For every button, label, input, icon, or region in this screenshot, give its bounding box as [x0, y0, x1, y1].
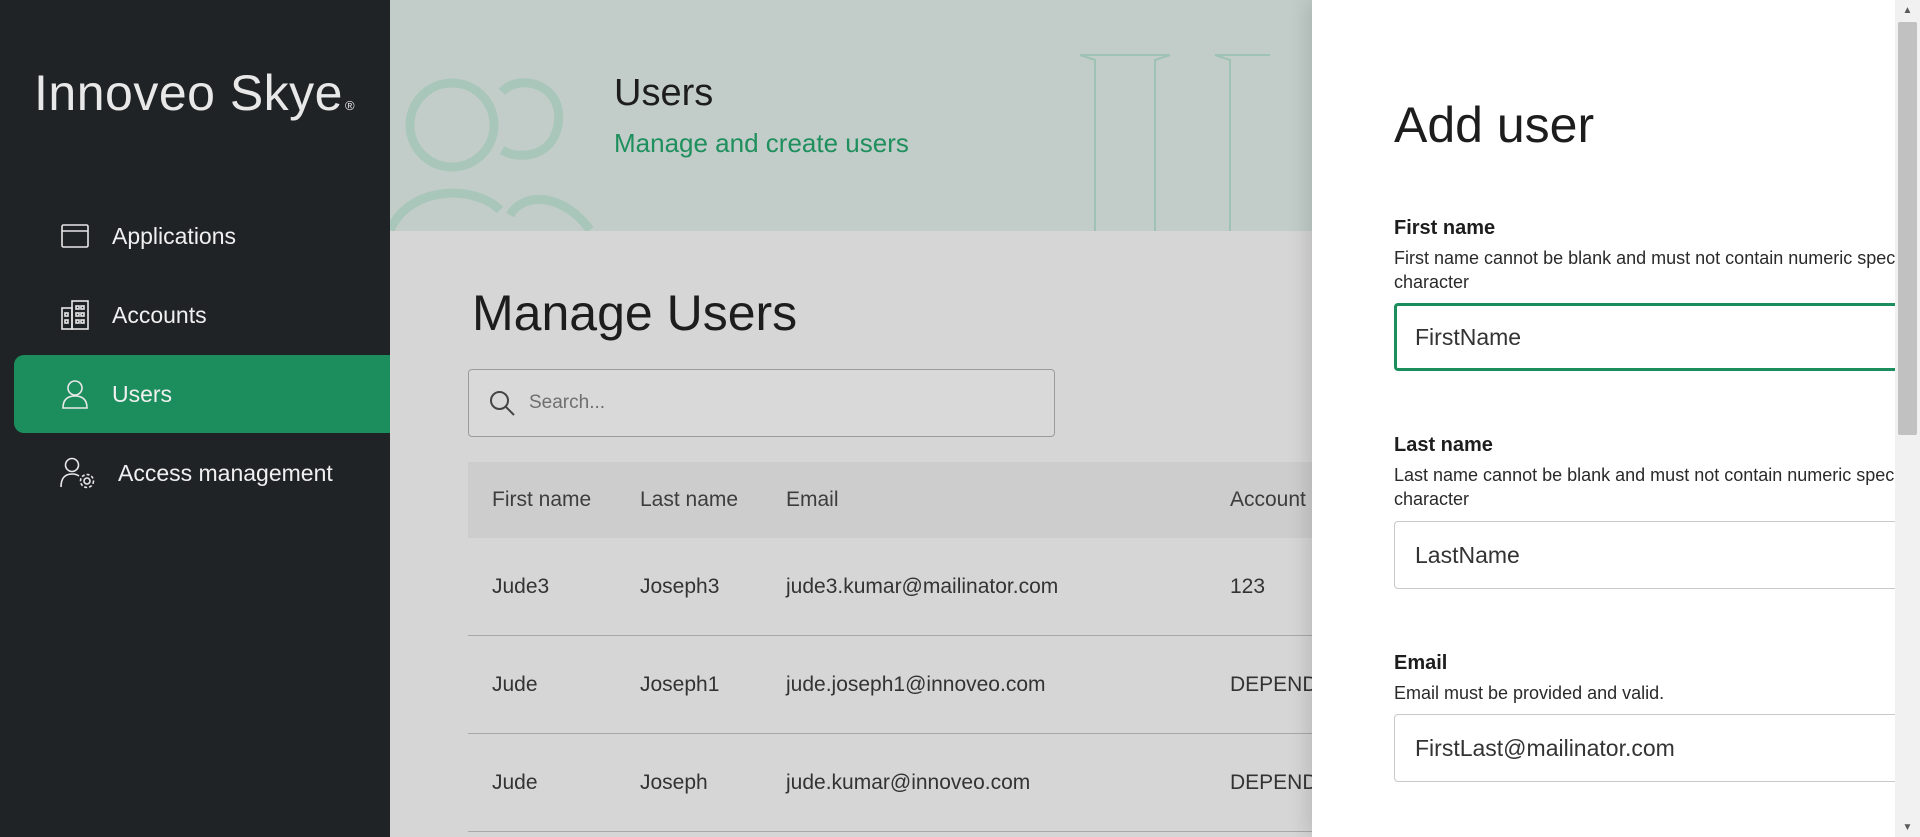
add-user-drawer: Add user First name First name cannot be…: [1312, 0, 1920, 837]
app-logo[interactable]: Innoveo Skye ®: [34, 64, 355, 122]
building-icon: [60, 300, 90, 330]
scroll-up-arrow-icon[interactable]: ▲: [1895, 0, 1920, 20]
last-name-field[interactable]: [1394, 521, 1914, 589]
sidebar-item-applications[interactable]: Applications: [14, 197, 390, 275]
first-name-label: First name: [1394, 217, 1496, 239]
last-name-label: Last name: [1394, 434, 1493, 456]
drawer-scrollbar[interactable]: ▲ ▼: [1895, 0, 1920, 837]
sidebar-item-accounts[interactable]: Accounts: [14, 276, 390, 354]
first-name-field[interactable]: [1394, 303, 1914, 371]
drawer-title: Add user: [1394, 97, 1595, 153]
email-help: Email must be provided and valid.: [1394, 683, 1665, 703]
last-name-help: Last name cannot be blank and must not c…: [1394, 465, 1913, 509]
modal-backdrop[interactable]: [390, 0, 1312, 837]
scrollbar-thumb[interactable]: [1898, 22, 1917, 435]
sidebar-item-users[interactable]: Users: [14, 355, 390, 433]
sidebar-item-access-management[interactable]: Access management: [14, 434, 390, 512]
sidebar-item-label: Users: [112, 380, 173, 407]
sidebar: Innoveo Skye ® Applications Accounts User…: [0, 0, 390, 837]
sidebar-item-label: Access management: [118, 459, 333, 486]
scroll-down-arrow-icon[interactable]: ▼: [1895, 817, 1920, 837]
sidebar-item-label: Applications: [112, 222, 237, 249]
window-icon: [60, 221, 90, 251]
user-icon: [60, 379, 90, 409]
sidebar-item-label: Accounts: [112, 301, 207, 328]
email-label: Email: [1394, 652, 1448, 674]
email-field[interactable]: [1394, 714, 1914, 782]
first-name-help: First name cannot be blank and must not …: [1394, 248, 1914, 292]
user-gear-icon: [60, 457, 96, 489]
